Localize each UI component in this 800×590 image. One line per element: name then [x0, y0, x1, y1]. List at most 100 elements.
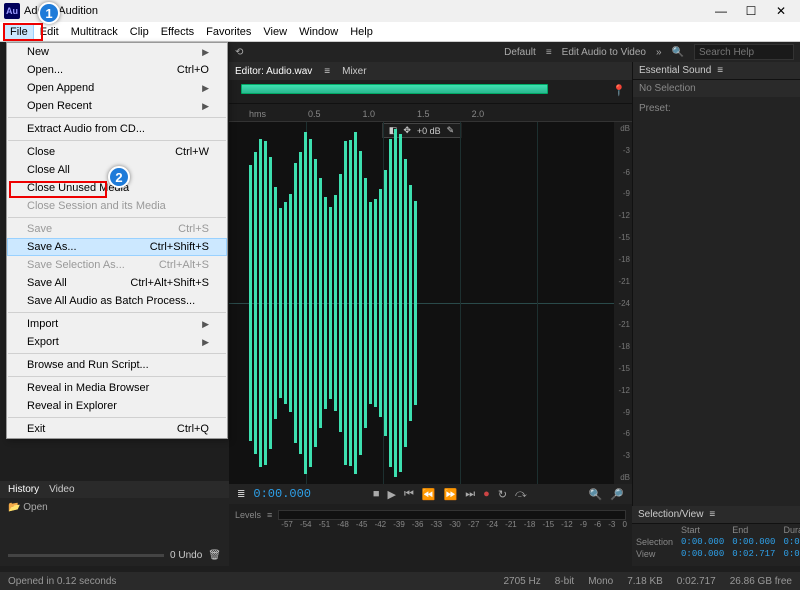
- db-scale: dB-3-6-9-12-15-18-21-24-21-18-15-12-9-6-…: [614, 122, 632, 484]
- playhead-time: 0:00.000: [253, 487, 311, 501]
- col-start: Start: [677, 524, 728, 536]
- record-button[interactable]: ●: [483, 488, 490, 500]
- skip-button[interactable]: ⤼: [515, 488, 527, 501]
- essential-sound-panel: Essential Sound ≡ No Selection Preset:: [632, 62, 800, 526]
- annotation-marker-2: 2: [108, 166, 130, 188]
- menu-clip[interactable]: Clip: [124, 24, 155, 40]
- menu-effects[interactable]: Effects: [155, 24, 200, 40]
- search-icon: 🔍: [672, 47, 684, 58]
- sel-dur[interactable]: 0:00.000: [779, 536, 800, 548]
- menu-item-save-all[interactable]: Save AllCtrl+Alt+Shift+S: [7, 274, 227, 292]
- menu-bar: File Edit Multitrack Clip Effects Favori…: [0, 22, 800, 42]
- waveform: [249, 122, 429, 484]
- workspace-bar: ⟲ Default ≡ Edit Audio to Video » 🔍: [229, 42, 800, 62]
- window-title: Adobe Audition: [24, 5, 706, 17]
- history-panel: History Video 📂 Open 0 Undo 🗑: [0, 481, 229, 566]
- time-ruler[interactable]: hms 0.5 1.0 1.5 2.0: [229, 104, 632, 122]
- menu-item-extract-audio-from-cd-[interactable]: Extract Audio from CD...: [7, 120, 227, 138]
- ruler-tick: 2.0: [472, 109, 485, 119]
- pin-icon[interactable]: 📍: [612, 84, 626, 97]
- hud-pen-icon[interactable]: ✎: [447, 125, 455, 136]
- status-free: 26.86 GB free: [730, 576, 792, 587]
- status-channels: Mono: [588, 576, 613, 587]
- menu-multitrack[interactable]: Multitrack: [65, 24, 124, 40]
- editor-panel: Editor: Audio.wav ≡ Mixer 📍 hms 0.5 1.0 …: [229, 62, 632, 526]
- menu-file[interactable]: File: [4, 24, 34, 40]
- tool-icon[interactable]: ⟲: [235, 47, 243, 58]
- status-bar: Opened in 0.12 seconds 2705 Hz 8-bit Mon…: [0, 572, 800, 590]
- minimize-button[interactable]: —: [706, 1, 736, 21]
- menu-item-reveal-in-media-browser[interactable]: Reveal in Media Browser: [7, 379, 227, 397]
- essential-sound-title: Essential Sound: [639, 65, 711, 76]
- menu-item-save-as-[interactable]: Save As...Ctrl+Shift+S: [7, 238, 227, 256]
- levels-panel: Levels ≡ -57-54-51-48-45-42-39-36-33-30-…: [229, 504, 632, 526]
- menu-item-browse-and-run-script-[interactable]: Browse and Run Script...: [7, 356, 227, 374]
- search-input[interactable]: [694, 44, 794, 60]
- menu-item-open-recent[interactable]: Open Recent▶: [7, 97, 227, 115]
- selview-title: Selection/View: [638, 509, 703, 520]
- view-dur[interactable]: 0:02.717: [779, 548, 800, 560]
- selection-view-panel: Selection/View ≡ StartEndDuration Select…: [632, 506, 800, 566]
- history-item[interactable]: 📂 Open: [8, 502, 221, 513]
- panel-menu-icon[interactable]: ≡: [717, 65, 723, 76]
- app-logo: Au: [4, 3, 20, 19]
- menu-item-open-append[interactable]: Open Append▶: [7, 79, 227, 97]
- menu-item-reveal-in-explorer[interactable]: Reveal in Explorer: [7, 397, 227, 415]
- col-end: End: [728, 524, 779, 536]
- waveform-display[interactable]: ◧ ✥ +0 dB ✎: [229, 122, 614, 484]
- ruler-tick: 1.0: [363, 109, 376, 119]
- view-end[interactable]: 0:02.717: [728, 548, 779, 560]
- transport-menu-icon[interactable]: ≣: [237, 489, 245, 500]
- video-tab[interactable]: Video: [49, 484, 74, 495]
- rewind-button[interactable]: ⏪: [422, 488, 436, 501]
- menu-icon[interactable]: ≡: [546, 47, 552, 58]
- levels-menu-icon[interactable]: ≡: [267, 510, 272, 520]
- history-item-label: Open: [23, 502, 47, 513]
- tab-menu-icon[interactable]: ≡: [324, 66, 330, 77]
- menu-item-save-all-audio-as-batch-process-[interactable]: Save All Audio as Batch Process...: [7, 292, 227, 310]
- menu-item-exit[interactable]: ExitCtrl+Q: [7, 420, 227, 438]
- row-selection: Selection: [632, 536, 677, 548]
- menu-item-import[interactable]: Import▶: [7, 315, 227, 333]
- prev-button[interactable]: ⏮: [404, 488, 414, 501]
- view-start[interactable]: 0:00.000: [677, 548, 728, 560]
- overview-strip[interactable]: 📍: [229, 80, 632, 104]
- menu-item-close[interactable]: CloseCtrl+W: [7, 143, 227, 161]
- play-button[interactable]: ▶: [387, 488, 395, 501]
- expand-icon[interactable]: »: [656, 47, 662, 58]
- maximize-button[interactable]: ☐: [736, 1, 766, 21]
- stop-button[interactable]: ■: [373, 488, 380, 500]
- menu-item-export[interactable]: Export▶: [7, 333, 227, 351]
- zoom-out-icon[interactable]: 🔎: [610, 488, 624, 501]
- history-slider[interactable]: [8, 554, 164, 557]
- workspace-default[interactable]: Default: [504, 47, 536, 58]
- file-menu-dropdown: New▶Open...Ctrl+OOpen Append▶Open Recent…: [6, 42, 228, 439]
- sel-start[interactable]: 0:00.000: [677, 536, 728, 548]
- transport-bar: ≣ 0:00.000 ■ ▶ ⏮ ⏪ ⏩ ⏭ ● ↻ ⤼ 🔍 🔎: [229, 484, 632, 504]
- panel-menu-icon[interactable]: ≡: [709, 509, 715, 520]
- menu-edit[interactable]: Edit: [34, 24, 65, 40]
- zoom-in-icon[interactable]: 🔍: [589, 488, 603, 501]
- trash-icon[interactable]: 🗑: [208, 550, 221, 561]
- menu-window[interactable]: Window: [293, 24, 344, 40]
- menu-item-save-selection-as-: Save Selection As...Ctrl+Alt+S: [7, 256, 227, 274]
- sel-end[interactable]: 0:00.000: [728, 536, 779, 548]
- menu-item-open-[interactable]: Open...Ctrl+O: [7, 61, 227, 79]
- menu-help[interactable]: Help: [344, 24, 379, 40]
- status-format: 8-bit: [555, 576, 574, 587]
- mixer-tab[interactable]: Mixer: [342, 66, 366, 77]
- workspace-task[interactable]: Edit Audio to Video: [562, 47, 646, 58]
- level-meter: -57-54-51-48-45-42-39-36-33-30-27-24-21-…: [278, 510, 626, 520]
- forward-button[interactable]: ⏩: [444, 488, 458, 501]
- ruler-tick: 1.5: [417, 109, 430, 119]
- menu-favorites[interactable]: Favorites: [200, 24, 257, 40]
- preset-label: Preset:: [639, 103, 794, 114]
- history-tab[interactable]: History: [8, 484, 39, 495]
- close-button[interactable]: ✕: [766, 1, 796, 21]
- editor-tab[interactable]: Editor: Audio.wav: [235, 66, 312, 77]
- loop-button[interactable]: ↻: [498, 488, 507, 501]
- status-message: Opened in 0.12 seconds: [8, 576, 116, 587]
- menu-item-new[interactable]: New▶: [7, 43, 227, 61]
- next-button[interactable]: ⏭: [465, 488, 475, 501]
- menu-view[interactable]: View: [257, 24, 293, 40]
